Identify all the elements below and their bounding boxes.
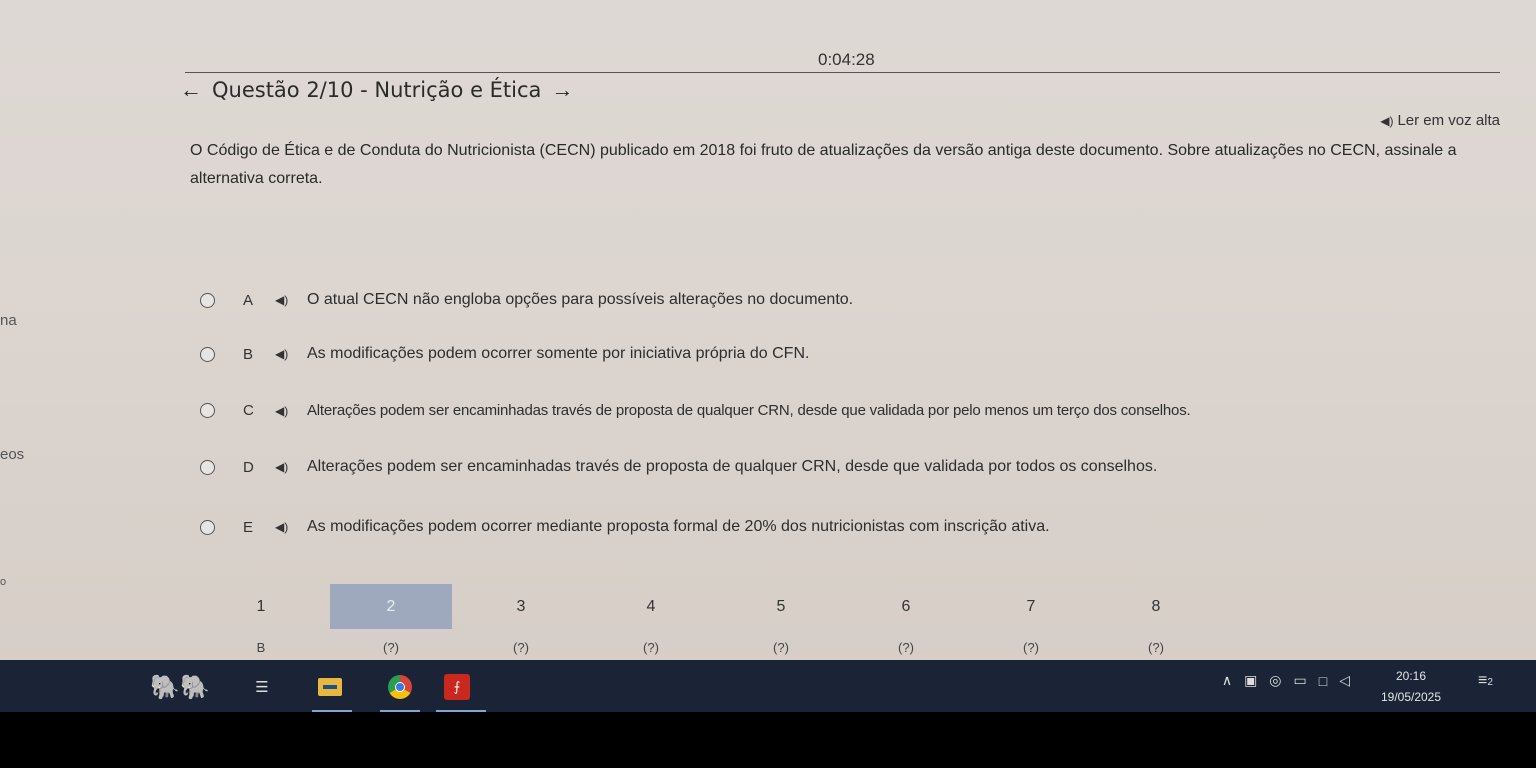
file-explorer-icon[interactable] (316, 674, 344, 700)
arrow-left-icon[interactable]: ← (180, 79, 202, 101)
nav-answer: (?) (1148, 640, 1164, 655)
read-aloud-label: Ler em voz alta (1397, 112, 1500, 129)
exam-timer: 0:04:28 (818, 50, 875, 69)
nav-answer: (?) (898, 640, 914, 655)
question-title: Questão 2/10 - Nutrição e Ética (212, 78, 542, 102)
radio-button[interactable] (200, 459, 215, 475)
speaker-icon[interactable]: ◀) (275, 347, 307, 361)
notification-icon[interactable]: ≡2 (1478, 672, 1493, 690)
notification-count: 2 (1487, 677, 1493, 688)
option-e[interactable]: E ◀) As modificações podem ocorrer media… (200, 518, 1050, 536)
app-tray-icon[interactable]: ▣ (1244, 672, 1257, 689)
option-letter: B (243, 345, 254, 363)
option-d[interactable]: D ◀) Alterações podem ser encaminhadas t… (200, 458, 1157, 476)
speaker-icon[interactable]: ◀) (275, 293, 307, 307)
chrome-icon[interactable] (386, 674, 414, 700)
nav-question-7[interactable]: 7 (970, 584, 1092, 629)
nav-question-3[interactable]: 3 (460, 584, 582, 629)
nav-question-8[interactable]: 8 (1095, 584, 1217, 629)
option-text: As modificações podem ocorrer mediante p… (307, 518, 1050, 535)
nav-answer: (?) (513, 640, 529, 655)
nav-question-5[interactable]: 5 (720, 584, 842, 629)
option-text: O atual CECN não engloba opções para pos… (307, 291, 854, 308)
nav-question-4[interactable]: 4 (590, 584, 712, 629)
nav-question-6[interactable]: 6 (845, 584, 967, 629)
clock-date: 19/05/2025 (1380, 690, 1442, 704)
exam-screen: 0:04:28 ← Questão 2/10 - Nutrição e Étic… (0, 0, 1536, 660)
battery-icon[interactable]: ▭ (1294, 672, 1307, 689)
network-icon[interactable]: □ (1319, 673, 1327, 689)
option-letter: A (243, 291, 254, 309)
chrome-logo-icon (388, 675, 412, 699)
acrobat-icon[interactable]: ⨍ (444, 674, 470, 700)
option-text: As modificações podem ocorrer somente po… (307, 345, 810, 362)
radio-button[interactable] (200, 519, 215, 535)
read-aloud-button[interactable]: ◀) Ler em voz alta (1380, 112, 1500, 129)
option-text: Alterações podem ser encaminhadas través… (307, 402, 1191, 419)
system-clock[interactable]: 20:16 19/05/2025 (1368, 666, 1454, 708)
system-tray: ∧ ▣ ◎ ▭ □ ◁ (1222, 672, 1350, 689)
option-a[interactable]: A ◀) O atual CECN não engloba opções par… (200, 291, 853, 309)
radio-button[interactable] (200, 403, 215, 418)
folder-icon (318, 678, 342, 696)
question-text: O Código de Ética e de Conduta do Nutric… (190, 142, 1457, 187)
taskbar: 🐘🐘 ☰ ⨍ ∧ ▣ ◎ ▭ □ ◁ 20:16 19/05/2025 ≡2 (0, 660, 1536, 712)
option-letter: E (243, 518, 254, 536)
chevron-up-icon[interactable]: ∧ (1222, 672, 1232, 689)
left-edge-text: eos (0, 446, 25, 463)
option-c[interactable]: C ◀) Alterações podem ser encaminhadas t… (200, 402, 1191, 419)
arrow-right-icon[interactable]: → (551, 79, 573, 101)
radio-button[interactable] (200, 346, 215, 362)
left-edge-text: na (0, 312, 17, 329)
nav-answer: (?) (1023, 640, 1039, 655)
speaker-icon[interactable]: ◀) (275, 460, 307, 474)
left-edge-text: o (0, 576, 7, 588)
header-divider (185, 72, 1500, 73)
task-view-icon[interactable]: ☰ (248, 674, 276, 700)
camera-icon[interactable]: ◎ (1269, 672, 1281, 689)
radio-button[interactable] (200, 292, 215, 308)
clock-time: 20:16 (1395, 669, 1427, 683)
speaker-icon: ◀) (1380, 113, 1394, 128)
speaker-icon[interactable]: ◀) (275, 520, 307, 534)
nav-answer: (?) (773, 640, 789, 655)
speaker-icon[interactable]: ◀) (275, 404, 307, 418)
option-b[interactable]: B ◀) As modificações podem ocorrer somen… (200, 345, 809, 363)
question-header: ← Questão 2/10 - Nutrição e Ética → (180, 78, 573, 102)
option-text: Alterações podem ser encaminhadas través… (307, 458, 1158, 475)
nav-answer: (?) (383, 640, 399, 655)
elephant-icon[interactable]: 🐘🐘 (138, 674, 222, 701)
screen-bezel (0, 712, 1536, 768)
nav-question-2[interactable]: 2 (330, 584, 452, 629)
nav-question-1[interactable]: 1 (200, 584, 322, 629)
option-letter: D (243, 458, 254, 476)
option-letter: C (243, 402, 254, 419)
nav-answer: (?) (643, 640, 659, 655)
volume-icon[interactable]: ◁ (1339, 672, 1350, 689)
nav-answer: B (256, 640, 266, 655)
